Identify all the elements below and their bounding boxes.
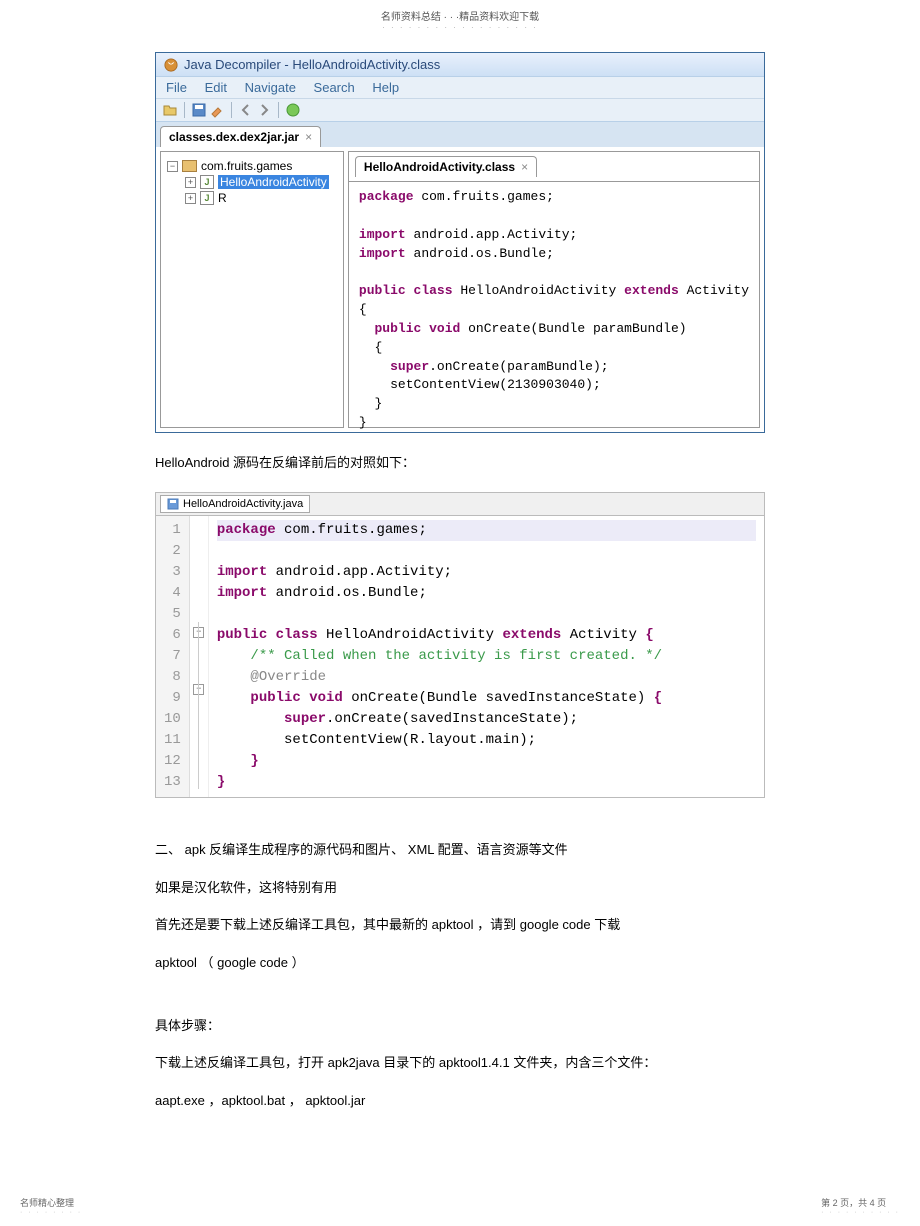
open-icon[interactable]	[162, 102, 178, 118]
app-icon	[164, 58, 178, 72]
menu-navigate[interactable]: Navigate	[245, 80, 296, 95]
tree-item-label: R	[218, 191, 227, 205]
editor-tab-label: HelloAndroidActivity.java	[183, 498, 303, 510]
source-editor: HelloAndroidActivity.java 12345678910111…	[155, 492, 765, 798]
tool-icon[interactable]	[209, 102, 225, 118]
forward-icon[interactable]	[256, 102, 272, 118]
decompiler-window: Java Decompiler - HelloAndroidActivity.c…	[155, 52, 765, 433]
package-icon	[182, 160, 197, 172]
fold-column: − −	[190, 516, 209, 797]
fold-icon[interactable]: −	[193, 684, 204, 695]
menu-edit[interactable]: Edit	[205, 80, 227, 95]
para-7: aapt.exe ，apktool.bat ， apktool.jar	[155, 1089, 765, 1112]
window-title: Java Decompiler - HelloAndroidActivity.c…	[184, 57, 440, 72]
footer-dots: · · · · · · · ·	[20, 1209, 82, 1216]
expand-icon[interactable]: +	[185, 177, 196, 188]
footer-right: 第 2 页，共 4 页	[821, 1196, 900, 1209]
save-icon[interactable]	[191, 102, 207, 118]
para-1: 二、 apk 反编译生成程序的源代码和图片、 XML 配置、语言资源等文件	[155, 838, 765, 861]
para-3: 首先还是要下载上述反编译工具包，其中最新的 apktool ，请到 google…	[155, 913, 765, 936]
footer-left: 名师精心整理	[20, 1196, 82, 1209]
collapse-icon[interactable]: −	[167, 161, 178, 172]
code-tabbar: HelloAndroidActivity.class ×	[349, 152, 759, 182]
header-text: 名师资料总结 · · ·精品资料欢迎下载	[0, 8, 920, 23]
refresh-icon[interactable]	[285, 102, 301, 118]
menu-search[interactable]: Search	[314, 80, 355, 95]
jar-tab[interactable]: classes.dex.dex2jar.jar ×	[160, 126, 321, 147]
toolbar	[156, 99, 764, 122]
para-6: 下载上述反编译工具包，打开 apk2java 目录下的 apktool1.4.1…	[155, 1051, 765, 1074]
menu-help[interactable]: Help	[372, 80, 399, 95]
footer-dots: · · · · · · · · · ·	[821, 1209, 900, 1216]
close-icon[interactable]: ×	[305, 130, 312, 144]
jar-tab-label: classes.dex.dex2jar.jar	[169, 130, 299, 144]
body-paragraphs: 二、 apk 反编译生成程序的源代码和图片、 XML 配置、语言资源等文件 如果…	[155, 838, 765, 1112]
code-pane: HelloAndroidActivity.class× package com.…	[348, 151, 760, 428]
editor-body: 12345678910111213 − − package com.fruits…	[156, 516, 764, 797]
titlebar: Java Decompiler - HelloAndroidActivity.c…	[156, 53, 764, 77]
separator	[231, 102, 232, 118]
java-file-icon: J	[200, 191, 214, 205]
line-gutter: 12345678910111213	[156, 516, 190, 797]
para-2: 如果是汉化软件，这将特别有用	[155, 876, 765, 899]
back-icon[interactable]	[238, 102, 254, 118]
menubar: File Edit Navigate Search Help	[156, 77, 764, 99]
expand-icon[interactable]: +	[185, 193, 196, 204]
separator	[278, 102, 279, 118]
page-header: 名师资料总结 · · ·精品资料欢迎下载 · · · · · · · · · ·…	[0, 0, 920, 32]
tree-item-activity[interactable]: + J HelloAndroidActivity	[167, 174, 337, 190]
menu-file[interactable]: File	[166, 80, 187, 95]
code-tab[interactable]: HelloAndroidActivity.class ×	[355, 156, 537, 177]
tree-item-r[interactable]: + J R	[167, 190, 337, 206]
jar-tabbar: classes.dex.dex2jar.jar ×	[156, 122, 764, 147]
para-5: 具体步骤：	[155, 1014, 765, 1037]
separator	[184, 102, 185, 118]
package-label: com.fruits.games	[201, 159, 292, 173]
tree-pane: − com.fruits.games + J HelloAndroidActiv…	[160, 151, 344, 428]
code-tab-label: HelloAndroidActivity.class	[364, 160, 515, 174]
paragraph: HelloAndroid 源码在反编译前后的对照如下：	[155, 451, 765, 474]
save-icon	[167, 498, 179, 510]
tree-item-label: HelloAndroidActivity	[218, 175, 329, 189]
tree-package[interactable]: − com.fruits.games	[167, 158, 337, 174]
fold-icon[interactable]: −	[193, 627, 204, 638]
editor-tab[interactable]: HelloAndroidActivity.java	[160, 495, 310, 513]
editor-tabbar: HelloAndroidActivity.java	[156, 493, 764, 516]
header-dots: · · · · · · · · · · · · · · · · · ·	[0, 23, 920, 32]
java-file-icon: J	[200, 175, 214, 189]
code-body: package com.fruits.games; import android…	[349, 182, 759, 439]
editor-code: package com.fruits.games; import android…	[209, 516, 764, 797]
close-icon[interactable]: ×	[521, 160, 528, 174]
para-4: apktool （ google code ）	[155, 951, 765, 974]
